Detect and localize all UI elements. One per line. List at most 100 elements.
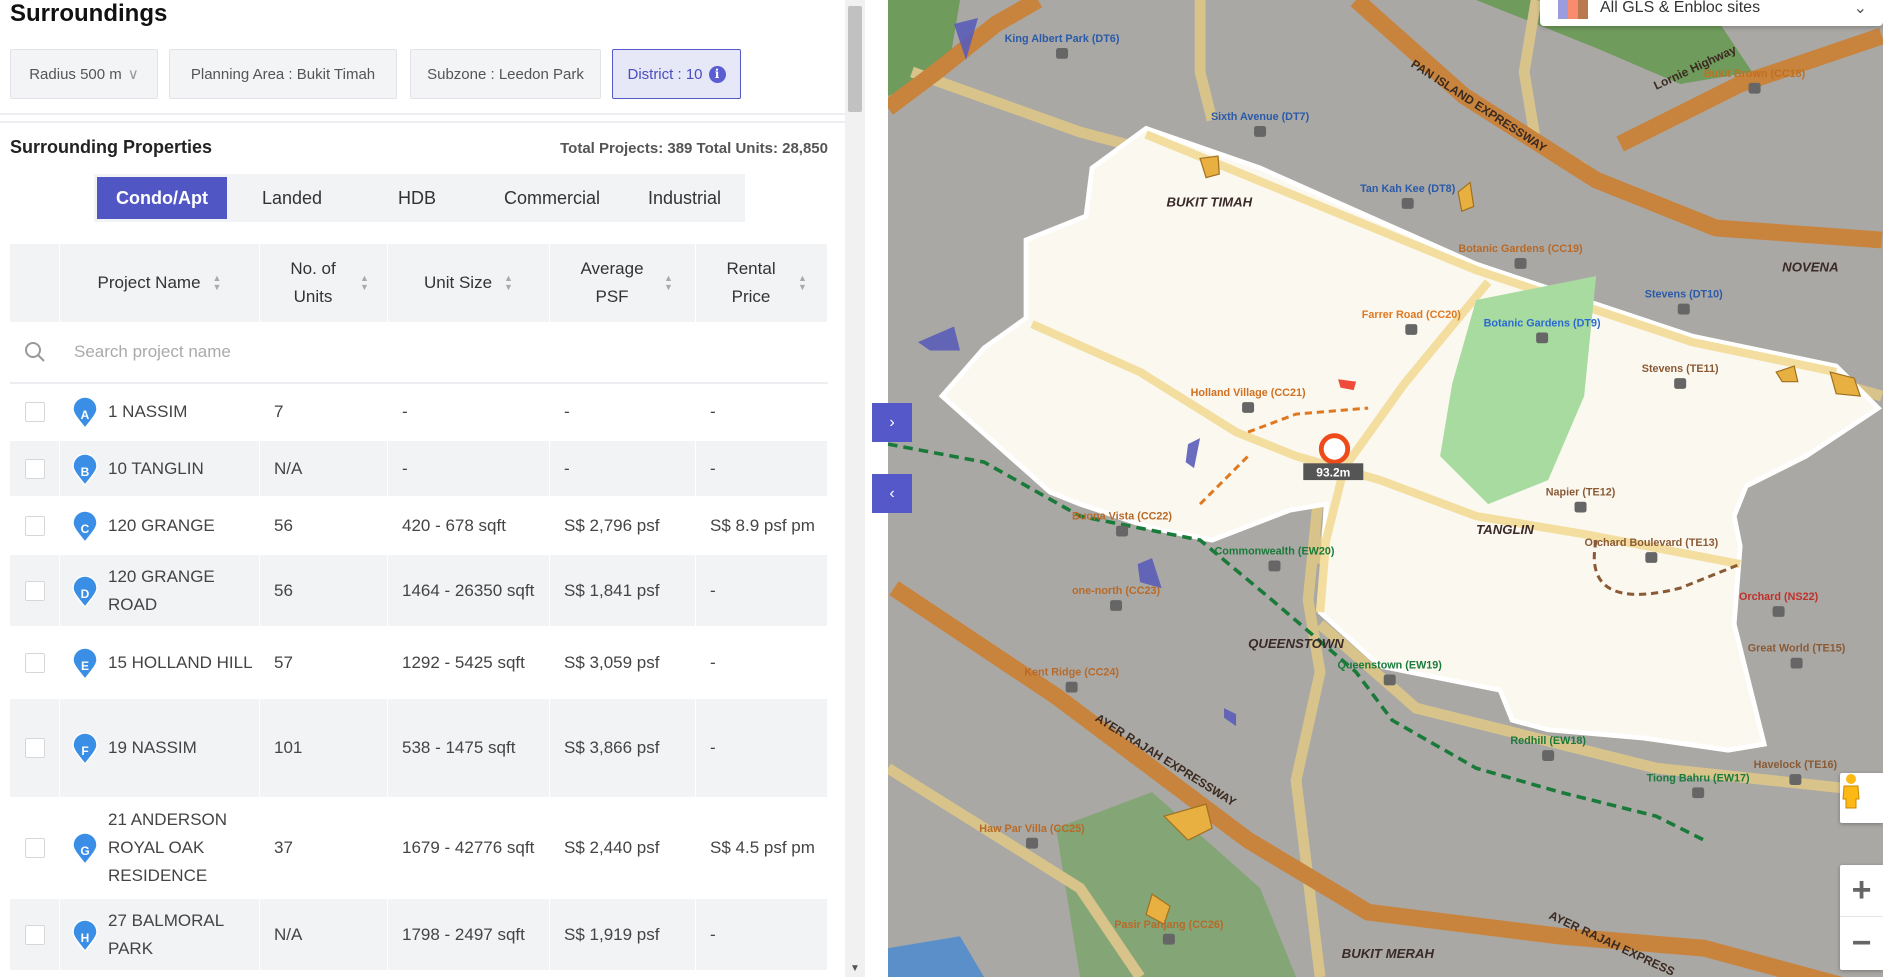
project-name[interactable]: 15 HOLLAND HILL bbox=[108, 649, 253, 677]
search-input[interactable]: Search project name bbox=[74, 342, 231, 362]
project-name[interactable]: 27 BALMORAL PARK bbox=[108, 907, 259, 963]
sort-icon[interactable]: ▲ ▼ bbox=[213, 274, 222, 292]
rental-price-cell: - bbox=[696, 699, 828, 797]
train-station-icon bbox=[1790, 657, 1803, 669]
row-checkbox[interactable] bbox=[25, 515, 45, 536]
map-pin-icon[interactable]: B bbox=[72, 453, 98, 486]
tab-industrial[interactable]: Industrial bbox=[627, 177, 742, 219]
pin-letter: G bbox=[80, 844, 90, 858]
train-station-icon bbox=[1514, 258, 1527, 269]
train-station-icon bbox=[1574, 501, 1587, 513]
sort-icon[interactable]: ▲ ▼ bbox=[798, 274, 807, 292]
layer-select-dropdown[interactable]: All GLS & Enbloc sites ⌄ bbox=[1540, 0, 1883, 26]
station-label: one-north (CC23) bbox=[1072, 585, 1161, 597]
column-units[interactable]: No. of Units ▲ ▼ bbox=[260, 244, 388, 322]
rental-price-cell: - bbox=[710, 652, 716, 672]
map-pin-icon[interactable]: H bbox=[72, 919, 98, 952]
sort-icon[interactable]: ▲ ▼ bbox=[664, 274, 673, 292]
station-label: Orchard Boulevard (TE13) bbox=[1584, 537, 1718, 549]
train-station-icon bbox=[1674, 378, 1687, 389]
map-pin-icon[interactable]: F bbox=[72, 733, 98, 765]
station-label: Commonwealth (EW20) bbox=[1214, 546, 1334, 558]
train-station-icon bbox=[1268, 560, 1281, 572]
train-station-icon bbox=[1542, 750, 1555, 761]
row-checkbox[interactable] bbox=[25, 652, 45, 673]
unit-size-cell: - bbox=[388, 441, 550, 496]
map-pin-icon[interactable]: G bbox=[72, 833, 98, 865]
train-station-icon bbox=[1110, 600, 1123, 611]
district-chip[interactable]: District : 10 i bbox=[612, 49, 741, 99]
row-checkbox[interactable] bbox=[24, 580, 45, 601]
units-cell: 56 bbox=[274, 515, 293, 535]
property-type-tabs: Condo/Apt Landed HDB Commercial Industri… bbox=[94, 174, 745, 222]
row-cell-project: C 120 GRANGE bbox=[60, 497, 260, 554]
map-pin-icon[interactable]: E bbox=[72, 647, 98, 680]
column-unit-size[interactable]: Unit Size ▲ ▼ bbox=[388, 244, 550, 322]
table-row[interactable]: C 120 GRANGE 56 420 - 678 sqft S$ 2,796 p… bbox=[10, 497, 828, 555]
map[interactable]: BUKIT TIMAH TANGLIN NOVENA QUEENSTOWN BU… bbox=[888, 0, 1883, 977]
average-psf-cell: S$ 3,866 psf bbox=[550, 699, 696, 797]
row-checkbox[interactable] bbox=[24, 738, 45, 758]
layer-legend-icon bbox=[1558, 0, 1588, 19]
table-row[interactable]: E 15 HOLLAND HILL 57 1292 - 5425 sqft S$ … bbox=[10, 627, 828, 699]
unit-size-cell: 1798 - 2497 sqft bbox=[388, 899, 550, 970]
unit-size-cell: 1679 - 42776 sqft bbox=[402, 838, 535, 857]
project-name[interactable]: 21 ANDERSON ROYAL OAK RESIDENCE bbox=[108, 806, 260, 890]
project-name[interactable]: 120 GRANGE ROAD bbox=[108, 563, 259, 619]
table-row[interactable]: H 27 BALMORAL PARK N/A 1798 - 2497 sqft S… bbox=[10, 899, 828, 971]
project-name[interactable]: 10 TANGLIN bbox=[108, 455, 204, 483]
column-label: No. of Units bbox=[290, 259, 336, 306]
street-view-button[interactable] bbox=[1840, 773, 1883, 823]
station-label: Sixth Avenue (DT7) bbox=[1211, 111, 1310, 123]
table-row[interactable]: A 1 NASSIM 7 - - - bbox=[10, 384, 828, 441]
sort-icon[interactable]: ▲ ▼ bbox=[504, 274, 513, 292]
select-column-header bbox=[10, 244, 60, 322]
subzone-chip[interactable]: Subzone : Leedon Park bbox=[410, 49, 601, 99]
column-average-psf[interactable]: Average PSF ▲ ▼ bbox=[550, 244, 696, 322]
layer-select-value: All GLS & Enbloc sites bbox=[1600, 0, 1761, 16]
tab-hdb[interactable]: HDB bbox=[357, 177, 477, 219]
row-checkbox[interactable] bbox=[24, 924, 45, 945]
train-station-icon bbox=[1677, 303, 1690, 315]
sort-icon[interactable]: ▲ ▼ bbox=[360, 274, 369, 292]
row-checkbox[interactable] bbox=[25, 402, 45, 422]
planning-area-chip[interactable]: Planning Area : Bukit Timah bbox=[169, 49, 397, 99]
expand-panel-button[interactable]: › bbox=[872, 403, 912, 442]
radius-dropdown[interactable]: Radius 500 m ∨ bbox=[10, 49, 158, 99]
zoom-in-button[interactable]: + bbox=[1840, 865, 1883, 917]
row-checkbox[interactable] bbox=[24, 458, 45, 479]
map-pin-icon[interactable]: A bbox=[72, 397, 98, 429]
row-cell-project: D 120 GRANGE ROAD bbox=[60, 555, 260, 626]
station-label: King Albert Park (DT6) bbox=[1005, 33, 1120, 45]
project-name[interactable]: 120 GRANGE bbox=[108, 512, 215, 540]
table-row[interactable]: F 19 NASSIM 101 538 - 1475 sqft S$ 3,866 … bbox=[10, 699, 828, 798]
train-station-icon bbox=[1242, 402, 1255, 413]
scrollbar-thumb[interactable] bbox=[848, 6, 862, 112]
collapse-panel-button[interactable]: ‹ bbox=[872, 474, 912, 513]
panel-scrollbar[interactable]: ▼ bbox=[845, 0, 865, 977]
info-icon[interactable]: i bbox=[708, 65, 726, 83]
tab-condo-apt[interactable]: Condo/Apt bbox=[97, 177, 227, 219]
zoom-out-button[interactable]: − bbox=[1840, 917, 1883, 969]
table-row[interactable]: D 120 GRANGE ROAD 56 1464 - 26350 sqft S$… bbox=[10, 555, 828, 627]
project-search[interactable]: Search project name bbox=[10, 322, 828, 384]
tab-landed[interactable]: Landed bbox=[227, 177, 357, 219]
row-cell-select bbox=[10, 555, 60, 626]
table-row[interactable]: B 10 TANGLIN N/A - - - bbox=[10, 441, 828, 497]
units-cell: 7 bbox=[274, 402, 284, 421]
row-checkbox[interactable] bbox=[25, 838, 45, 858]
table-row[interactable]: G 21 ANDERSON ROYAL OAK RESIDENCE 37 1679… bbox=[10, 798, 828, 899]
project-name[interactable]: 1 NASSIM bbox=[108, 398, 187, 426]
scroll-down-icon[interactable]: ▼ bbox=[850, 963, 860, 974]
project-name[interactable]: 19 NASSIM bbox=[108, 734, 197, 762]
map-pin-icon[interactable]: D bbox=[72, 575, 98, 608]
units-cell: N/A bbox=[260, 441, 388, 496]
radius-label: Radius 500 m bbox=[29, 65, 122, 83]
column-rental-price[interactable]: Rental Price ▲ ▼ bbox=[696, 244, 828, 322]
map-canvas[interactable]: BUKIT TIMAH TANGLIN NOVENA QUEENSTOWN BU… bbox=[888, 0, 1883, 977]
units-cell: N/A bbox=[260, 899, 388, 970]
column-label: Average PSF bbox=[580, 259, 644, 306]
column-project-name[interactable]: Project Name ▲ ▼ bbox=[60, 244, 260, 322]
map-pin-icon[interactable]: C bbox=[72, 510, 98, 543]
tab-commercial[interactable]: Commercial bbox=[477, 177, 627, 219]
